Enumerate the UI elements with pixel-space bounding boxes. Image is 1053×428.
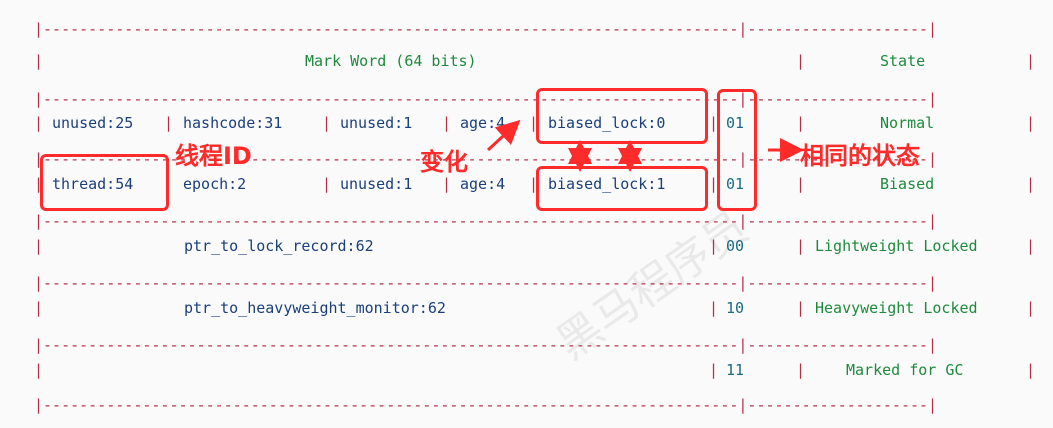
mark-word-diagram: 黑马程序员 |---------------------------------…: [0, 0, 1053, 428]
annotation-arrows: [486, 119, 804, 172]
arrow-change: [486, 119, 521, 152]
